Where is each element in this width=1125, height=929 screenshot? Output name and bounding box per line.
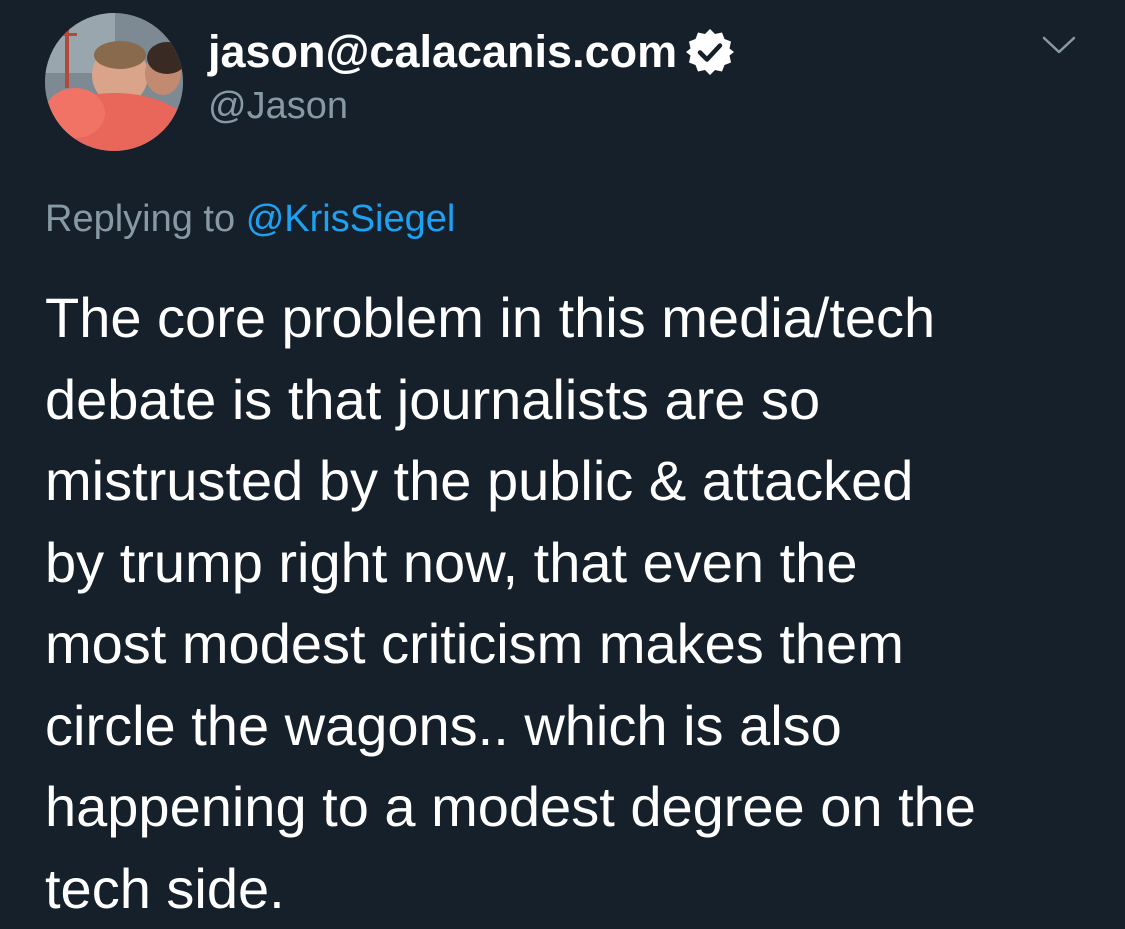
user-handle[interactable]: @Jason <box>208 83 348 129</box>
tweet-text: The core problem in this media/tech deba… <box>45 277 1105 929</box>
tweet-text-line: debate is that journalists are so <box>45 359 1105 441</box>
chevron-down-icon[interactable] <box>1041 33 1077 57</box>
tweet-text-line: mistrusted by the public & attacked <box>45 440 1105 522</box>
tweet-text-line: The core problem in this media/tech <box>45 277 1105 359</box>
avatar[interactable] <box>45 13 183 151</box>
verified-badge-icon <box>685 27 735 77</box>
tweet-text-line: tech side. <box>45 848 1105 929</box>
replying-to-label: Replying to <box>45 198 235 240</box>
display-name-row[interactable]: jason@calacanis.com <box>208 26 735 78</box>
replying-to-line: Replying to @KrisSiegel <box>45 196 455 242</box>
tweet-text-line: most modest criticism makes them <box>45 603 1105 685</box>
replying-to-link[interactable]: @KrisSiegel <box>246 198 456 240</box>
tweet-text-line: happening to a modest degree on the <box>45 766 1105 848</box>
tweet: jason@calacanis.com @Jason Replying to @… <box>0 0 1125 920</box>
display-name[interactable]: jason@calacanis.com <box>208 26 677 78</box>
tweet-text-line: by trump right now, that even the <box>45 522 1105 604</box>
tweet-text-line: circle the wagons.. which is also <box>45 685 1105 767</box>
avatar-photo <box>45 13 183 151</box>
